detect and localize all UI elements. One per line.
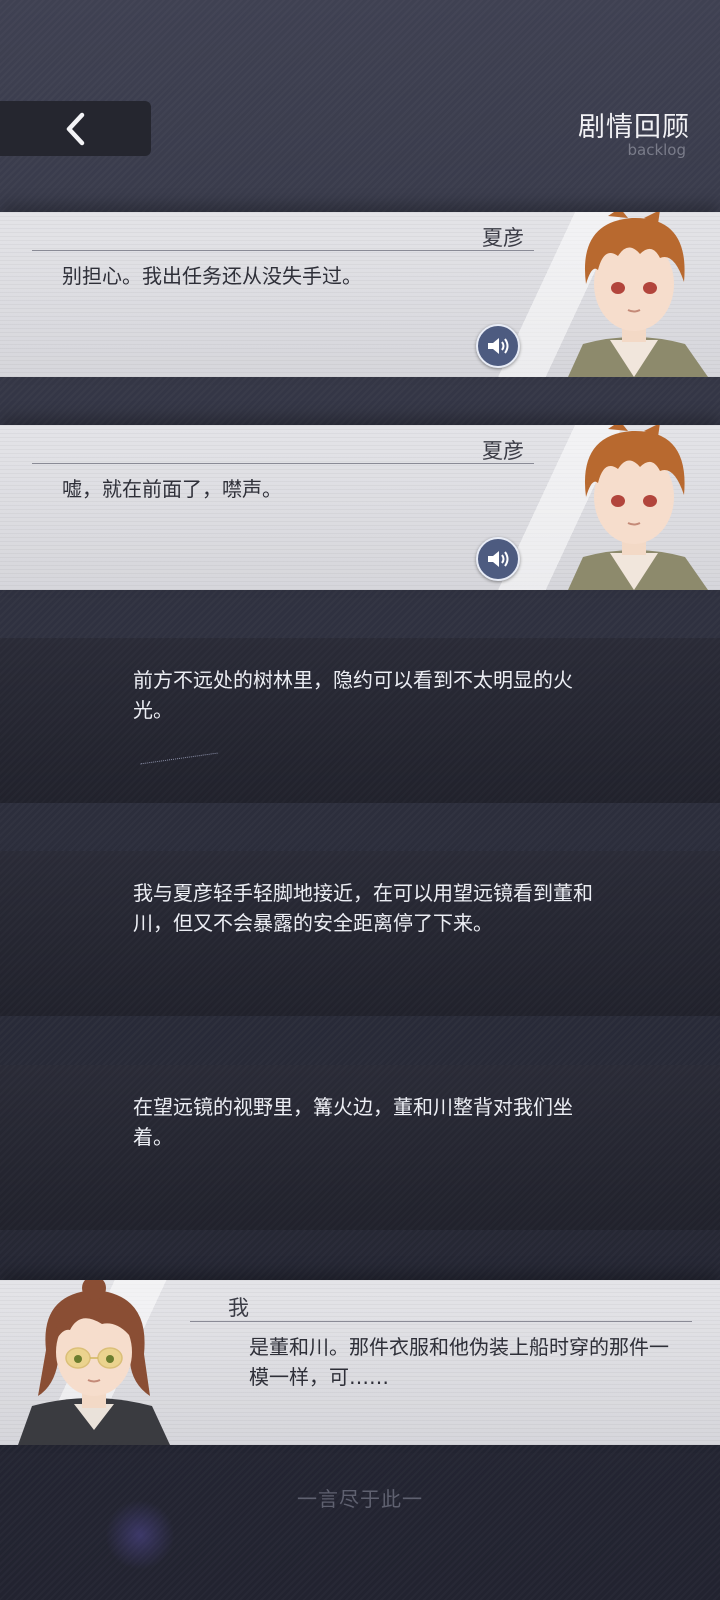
page-title: 剧情回顾 (578, 112, 690, 143)
xiayan-portrait (568, 212, 708, 377)
xiayan-portrait (568, 425, 708, 590)
name-divider (32, 250, 534, 251)
voice-replay-button[interactable] (476, 537, 520, 581)
page-subtitle: backlog (627, 141, 686, 159)
chevron-left-icon (66, 112, 85, 145)
dialogue-entry: 夏彦 别担心。我出任务还从没失手过。 (0, 212, 720, 377)
narration-entry: 我与夏彦轻手轻脚地接近，在可以用望远镜看到董和川，但又不会暴露的安全距离停了下来… (0, 851, 720, 1016)
dialogue-text: 嘘，就在前面了，噤声。 (62, 477, 282, 501)
speaker-name: 夏彦 (482, 439, 524, 463)
player-portrait (18, 1280, 170, 1445)
dialogue-entry: 夏彦 嘘，就在前面了，噤声。 (0, 425, 720, 590)
name-divider (32, 463, 534, 464)
decorative-glow (105, 1500, 175, 1570)
decorative-sparkle (140, 752, 218, 766)
name-divider (190, 1321, 692, 1322)
dialogue-text: 别担心。我出任务还从没失手过。 (62, 264, 362, 288)
narration-text: 我与夏彦轻手轻脚地接近，在可以用望远镜看到董和川，但又不会暴露的安全距离停了下来… (133, 881, 593, 935)
voice-replay-button[interactable] (476, 324, 520, 368)
end-marker: 一言尽于此一 (297, 1487, 423, 1511)
speaker-icon (488, 551, 509, 567)
narration-text: 前方不远处的树林里，隐约可以看到不太明显的火光。 (133, 668, 573, 722)
dialogue-text: 是董和川。那件衣服和他伪装上船时穿的那件一模一样，可…… (249, 1335, 669, 1389)
back-button[interactable] (0, 101, 151, 156)
speaker-name: 夏彦 (482, 226, 524, 250)
narration-entry: 前方不远处的树林里，隐约可以看到不太明显的火光。 (0, 638, 720, 803)
speaker-icon (488, 338, 509, 354)
narration-entry: 在望远镜的视野里，篝火边，董和川整背对我们坐着。 (0, 1065, 720, 1230)
narration-text: 在望远镜的视野里，篝火边，董和川整背对我们坐着。 (133, 1095, 573, 1149)
dialogue-entry: 我 是董和川。那件衣服和他伪装上船时穿的那件一模一样，可…… (0, 1280, 720, 1445)
speaker-name: 我 (228, 1296, 249, 1320)
